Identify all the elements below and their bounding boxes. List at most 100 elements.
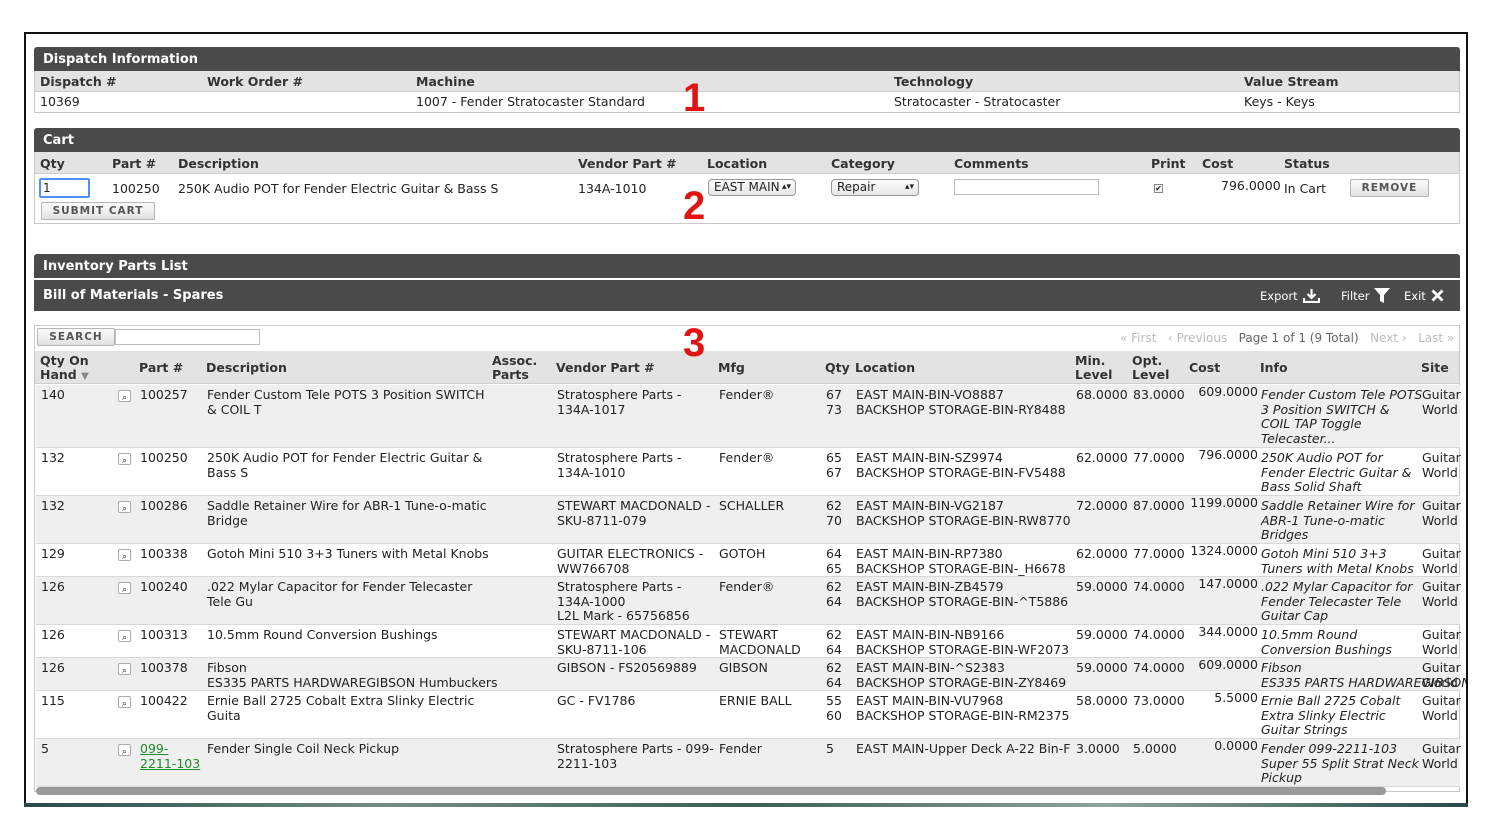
min-level-cell: 3.0000 [1076,741,1120,757]
qty-on-hand-cell: 115 [41,693,65,709]
qty-cell: 62 64 [826,579,842,609]
site-cell-line: World [1422,755,1458,771]
table-row[interactable]: 126 ⌕ 100240 .022 Mylar Capacitor for Fende… [36,576,1461,625]
vendor-part-cell-line: Stratosphere Parts - [557,387,682,402]
site-header[interactable]: Site [1421,361,1449,375]
assoc-parts-header[interactable]: Assoc. Parts [492,354,542,382]
table-row[interactable]: 5 ⌕ 099- 2211-103 Fender Single Coil Neck Pi… [36,738,1461,787]
part-number-cell: 100422 [140,693,188,709]
mfg-cell: Fender® [719,450,774,466]
location-cell: EAST MAIN-BIN-VO8887 BACKSHOP STORAGE-BIN… [856,387,1066,417]
min-level-cell-line: 59.0000 [1076,579,1128,594]
opt-level-cell: 73.0000 [1133,693,1185,709]
export-button[interactable]: Export [1260,280,1320,311]
location-cell: EAST MAIN-BIN-SZ9974 BACKSHOP STORAGE-BIN… [856,450,1066,480]
mfg-cell-line: MACDONALD [719,641,801,657]
part-number-cell-line: 100250 [140,450,188,465]
qty-cell: 67 73 [826,387,842,417]
mfg-cell: GIBSON [719,660,768,676]
cost-header[interactable]: Cost [1189,361,1220,375]
remove-button[interactable]: REMOVE [1350,179,1429,197]
cost-cell: 796.0000 [1186,447,1258,463]
location-cell-line: BACKSHOP STORAGE-BIN-^T5886 [856,593,1069,609]
mfg-header[interactable]: Mfg [718,361,745,375]
site-cell-line: World [1422,512,1458,528]
location-cell-line: BACKSHOP STORAGE-BIN-RY8488 [856,401,1066,417]
magnifier-icon[interactable]: ⌕ [118,390,131,403]
info-cell-line: Saddle Retainer Wire for [1261,498,1415,513]
qty-cell-line: 65 [826,450,842,465]
mfg-cell-line: Fender [719,741,762,756]
qty-header[interactable]: Qty [825,361,850,375]
magnifier-icon[interactable]: ⌕ [118,663,131,676]
sort-desc-icon: ▼ [81,371,89,382]
table-row[interactable]: 115 ⌕ 100422 Ernie Ball 2725 Cobalt Extra S… [36,690,1461,739]
pager-first[interactable]: « First [1120,331,1156,345]
opt-level-header[interactable]: Opt. Level [1132,354,1172,382]
min-level-header[interactable]: Min. Level [1075,354,1115,382]
magnifier-icon[interactable]: ⌕ [118,549,131,562]
qty-on-hand-cell: 126 [41,579,65,595]
magnifier-icon[interactable]: ⌕ [118,582,131,595]
dispatch-panel-title: Dispatch Information [43,51,199,67]
min-level-cell-line: 68.0000 [1076,387,1128,402]
table-row[interactable]: 132 ⌕ 100286 Saddle Retainer Wire for ABR-1… [36,495,1461,544]
magnifier-icon[interactable]: ⌕ [118,453,131,466]
search-button[interactable]: SEARCH [37,328,115,346]
mfg-cell: ERNIE BALL [719,693,792,709]
dispatch-header-row: Dispatch # Work Order # Machine Technolo… [35,71,1459,92]
vendor-part-header[interactable]: Vendor Part # [556,361,655,375]
cart-category-selected: Repair [837,180,876,194]
filter-button[interactable]: Filter [1341,280,1391,311]
cart-category-select[interactable]: Repair ▴▾ [831,179,919,196]
info-header[interactable]: Info [1260,361,1288,375]
cart-qty-input[interactable]: 1 [39,178,90,198]
cart-description-header: Description [178,156,259,171]
horizontal-scrollbar[interactable] [36,787,1386,795]
qty-on-hand-cell-line: 126 [41,627,65,642]
pager-previous[interactable]: ‹ Previous [1168,331,1227,345]
part-number-cell-line: 099- [140,741,169,756]
pager-next[interactable]: Next › [1370,331,1407,345]
part-header[interactable]: Part # [139,361,183,375]
cart-location-select[interactable]: EAST MAIN ▴▾ [708,179,796,196]
cost-cell: 609.0000 [1186,384,1258,400]
magnifier-icon[interactable]: ⌕ [118,501,131,514]
magnifier-icon[interactable]: ⌕ [118,630,131,643]
cost-cell: 1324.0000 [1186,543,1258,559]
location-cell-line: EAST MAIN-BIN-RP7380 [856,546,1003,561]
table-row[interactable]: 132 ⌕ 100250 250K Audio POT for Fender Elec… [36,447,1461,496]
min-level-cell: 58.0000 [1076,693,1128,709]
description-cell: Saddle Retainer Wire for ABR-1 Tune-o-ma… [207,498,487,528]
table-row[interactable]: 129 ⌕ 100338 Gotoh Mini 510 3+3 Tuners with… [36,543,1461,577]
cart-print-checkbox[interactable]: ✔ [1154,184,1163,193]
info-cell-line: Fender Custom Tele POTS [1261,387,1423,402]
min-level-cell: 72.0000 [1076,498,1128,514]
search-input[interactable] [115,329,260,345]
mfg-cell-line: GOTOH [719,546,766,561]
info-cell-line: Fender 099-2211-103 [1261,741,1398,756]
magnifier-icon[interactable]: ⌕ [118,744,131,757]
qty-on-hand-header[interactable]: Qty On Hand ▼ [40,354,100,384]
submit-cart-button[interactable]: SUBMIT CART [41,202,155,220]
site-cell-line: Guitar [1422,498,1461,513]
value-stream-value: Keys - Keys [1244,94,1315,109]
info-cell-line: Guitar Strings [1261,722,1348,738]
mfg-cell-line: Fender® [719,579,775,594]
min-level-cell-line: 62.0000 [1076,450,1128,465]
part-number-cell[interactable]: 099- 2211-103 [140,741,200,771]
table-row[interactable]: 140 ⌕ 100257 Fender Custom Tele POTS 3 Posi… [36,384,1461,448]
select-arrows-icon: ▴▾ [904,182,914,192]
cart-comments-input[interactable] [954,179,1099,195]
table-row[interactable]: 126 ⌕ 100313 10.5mm Round Conversion Bushin… [36,624,1461,658]
description-header[interactable]: Description [206,361,287,375]
pager-last[interactable]: Last » [1418,331,1454,345]
location-header[interactable]: Location [855,361,915,375]
part-number-cell-line: 100378 [140,660,188,675]
magnifier-icon[interactable]: ⌕ [118,696,131,709]
info-cell-line: COIL TAP Toggle [1261,416,1362,432]
exit-button[interactable]: Exit [1404,280,1444,311]
opt-level-cell-line: 77.0000 [1133,450,1185,465]
cost-cell: 344.0000 [1186,624,1258,640]
table-row[interactable]: 126 ⌕ 100378 Fibson ES335 PARTS HARDWAREGIBS… [36,657,1466,691]
